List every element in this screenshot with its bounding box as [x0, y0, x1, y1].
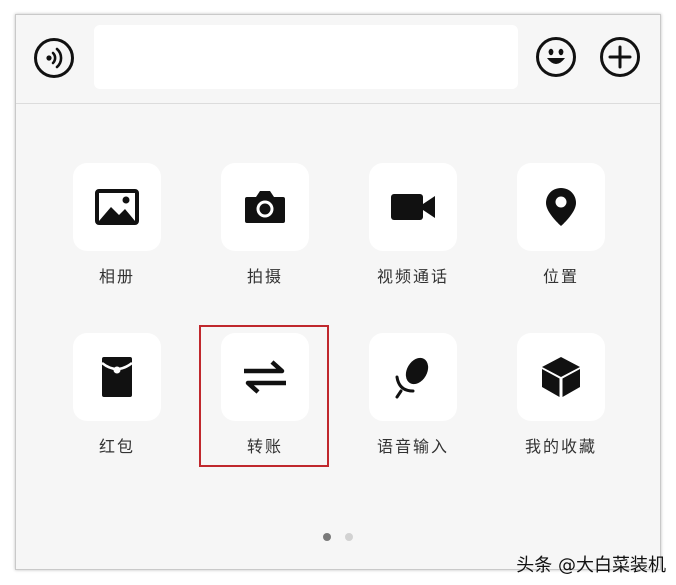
action-tile[interactable] — [369, 163, 457, 251]
action-label: 我的收藏 — [524, 437, 597, 456]
location-pin-icon — [546, 188, 576, 226]
page-dot[interactable] — [345, 533, 353, 541]
action-tile[interactable] — [73, 163, 161, 251]
microphone-icon — [395, 357, 429, 399]
video-call-icon — [391, 194, 435, 220]
photo-album-icon — [95, 189, 139, 225]
action-label: 视频通话 — [376, 267, 449, 286]
action-label: 相册 — [98, 267, 135, 286]
action-item-video-call[interactable]: 视频通话 — [367, 163, 459, 287]
red-packet-icon — [101, 357, 133, 397]
action-label: 红包 — [98, 437, 135, 456]
action-tile[interactable] — [369, 333, 457, 421]
action-item-favorites[interactable]: 我的收藏 — [515, 333, 607, 457]
page-indicator — [16, 533, 660, 541]
action-item-camera[interactable]: 拍摄 — [219, 163, 311, 287]
action-tile[interactable] — [73, 333, 161, 421]
emoji-button[interactable] — [536, 37, 576, 77]
plus-icon — [608, 45, 632, 69]
camera-icon — [245, 191, 285, 223]
chat-input-bar — [16, 15, 660, 104]
action-tile[interactable] — [517, 163, 605, 251]
action-tile[interactable] — [517, 333, 605, 421]
action-item-voice-input[interactable]: 语音输入 — [367, 333, 459, 457]
action-item-red-packet[interactable]: 红包 — [71, 333, 163, 457]
voice-icon — [46, 47, 63, 69]
favorites-box-icon — [542, 357, 580, 397]
watermark: 头条 @大白菜装机 — [516, 555, 666, 576]
action-label: 拍摄 — [246, 267, 283, 286]
action-item-photo-album[interactable]: 相册 — [71, 163, 163, 287]
smiley-icon — [547, 48, 565, 64]
voice-mode-button[interactable] — [34, 38, 74, 78]
transfer-highlight-box — [199, 325, 329, 467]
page-dot-active[interactable] — [323, 533, 331, 541]
message-input[interactable] — [94, 25, 518, 89]
action-item-location[interactable]: 位置 — [515, 163, 607, 287]
action-label: 语音输入 — [376, 437, 449, 456]
more-actions-button[interactable] — [600, 37, 640, 77]
action-tile[interactable] — [221, 163, 309, 251]
chat-input-panel: 相册 拍摄 视频通话 位置 红包 转账 语音输入 我的收藏 — [15, 14, 661, 570]
action-label: 位置 — [542, 267, 579, 286]
